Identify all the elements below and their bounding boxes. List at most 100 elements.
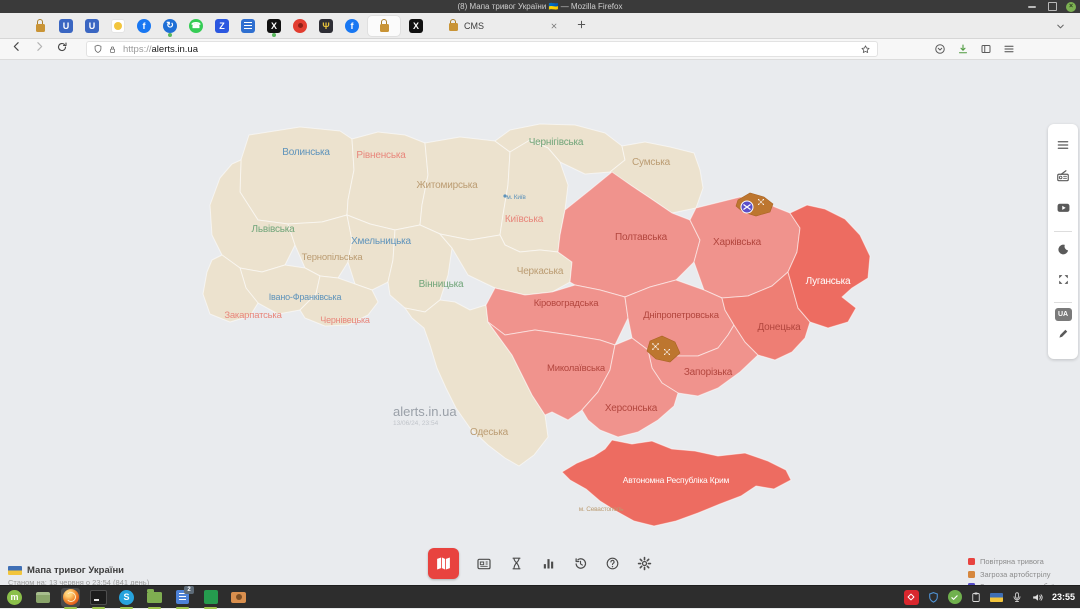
new-tab-button[interactable]: [574, 16, 589, 35]
tab-favicon-icon: U: [85, 19, 99, 33]
sidebar-icon[interactable]: [980, 43, 992, 55]
region-luhanska[interactable]: [788, 205, 870, 328]
tab-favicon-icon: Z: [215, 19, 229, 33]
settings-gear-button[interactable]: [637, 556, 652, 571]
dark-mode-moon-icon[interactable]: [1057, 243, 1070, 261]
taskbar-file-manager[interactable]: [145, 588, 164, 607]
duration-hourglass-button[interactable]: [509, 556, 524, 571]
tab-favicon-icon: ↻: [163, 19, 177, 33]
tab-overflow-chevron-icon[interactable]: [1055, 19, 1066, 37]
region-label-crimea: Автономна Республіка Крим: [623, 475, 730, 485]
pinned-tab[interactable]: [290, 16, 310, 36]
edit-pencil-icon[interactable]: [1057, 327, 1070, 345]
sync-tray-icon[interactable]: [904, 590, 919, 605]
history-button[interactable]: [573, 556, 588, 571]
clipboard-tray-icon[interactable]: [970, 591, 982, 603]
region-label-ivano_frankivska: Івано-Франківська: [269, 292, 342, 302]
news-button[interactable]: [476, 556, 492, 572]
url-protocol: https://: [123, 44, 152, 55]
legend-swatch: [968, 558, 975, 565]
pinned-tab[interactable]: [30, 16, 50, 36]
keyboard-layout-flag-icon[interactable]: [990, 593, 1003, 602]
taskbar-spreadsheet[interactable]: [201, 588, 220, 607]
statistics-button[interactable]: [541, 556, 556, 571]
mint-menu-button[interactable]: m: [5, 588, 24, 607]
back-button[interactable]: [10, 40, 23, 58]
minimize-button[interactable]: [1026, 1, 1038, 12]
tab-favicon-icon: U: [59, 19, 73, 33]
tracking-shield-icon[interactable]: [93, 44, 103, 54]
lock-favicon-icon: [446, 19, 458, 32]
show-desktop-button[interactable]: [33, 588, 52, 607]
taskbar-skype[interactable]: S: [117, 588, 136, 607]
clock[interactable]: 23:55: [1052, 592, 1075, 602]
legend-label: Повітряна тривога: [980, 557, 1044, 566]
pinned-tab[interactable]: ☎: [186, 16, 206, 36]
lock-icon: [108, 45, 117, 54]
volume-icon[interactable]: [1031, 591, 1044, 604]
region-label-kyiv_city: м. Київ: [506, 194, 526, 201]
taskbar: m S 2 23:55: [0, 585, 1080, 608]
tab-close-icon[interactable]: [550, 22, 558, 30]
pinned-tab[interactable]: U: [56, 16, 76, 36]
region-label-sevastopol_city: м. Севастополь: [579, 506, 624, 513]
bookmark-star-icon[interactable]: [860, 44, 871, 55]
reload-button[interactable]: [56, 40, 68, 58]
update-ok-icon[interactable]: [948, 590, 962, 604]
region-label-lvivska: Львівська: [251, 224, 295, 235]
region-volynska[interactable]: [240, 127, 354, 224]
firewall-shield-icon[interactable]: [927, 591, 940, 604]
pinned-tab[interactable]: f: [342, 16, 362, 36]
pinned-tab[interactable]: Ψ: [316, 16, 336, 36]
url-bar[interactable]: https://alerts.in.ua: [86, 41, 878, 57]
legend-row: Повітряна тривога: [968, 557, 1080, 566]
navigation-bar: https://alerts.in.ua: [0, 39, 1080, 60]
ukraine-alert-map[interactable]: ВолинськаРівненськаЖитомирськаЧернігівсь…: [0, 60, 1080, 585]
region-label-vinnytska: Вінницька: [419, 279, 464, 290]
legend-label: Загроза артобстрілу: [980, 570, 1050, 579]
fullscreen-icon[interactable]: [1057, 273, 1070, 291]
help-button[interactable]: [605, 556, 620, 571]
region-label-luhanska: Луганська: [806, 276, 851, 287]
side-toolbar: UA: [1048, 124, 1078, 359]
region-label-kirovohradska: Кіровоградська: [534, 298, 599, 309]
maximize-button[interactable]: [1046, 1, 1058, 12]
app-menu-icon[interactable]: [1003, 43, 1015, 55]
desktop: (8) Мапа тривог України 🇺🇦 — Mozilla Fir…: [0, 0, 1080, 608]
pinned-tab[interactable]: U: [82, 16, 102, 36]
downloads-icon[interactable]: [957, 43, 969, 55]
tab-strip: U U f ↻: [0, 13, 1080, 39]
radio-icon[interactable]: [1056, 169, 1070, 188]
legend-row: Загроза артобстрілу: [968, 570, 1080, 579]
close-button[interactable]: ×: [1066, 2, 1076, 12]
pinned-tab[interactable]: [368, 16, 400, 36]
taskbar-firefox[interactable]: [61, 588, 80, 607]
tab-cms[interactable]: CMS: [440, 15, 564, 37]
tab-favicon-icon: ☎: [189, 19, 203, 33]
pinned-tab[interactable]: Z: [212, 16, 232, 36]
url-host: alerts.in.ua: [152, 44, 198, 55]
unread-dot: [272, 33, 276, 37]
pinned-tab[interactable]: [108, 16, 128, 36]
pinned-tab[interactable]: f: [134, 16, 154, 36]
pinned-tab[interactable]: [238, 16, 258, 36]
region-label-zhytomyrska: Житомирська: [416, 180, 478, 191]
pinned-tab[interactable]: X: [264, 16, 284, 36]
tab-favicon-icon: f: [345, 19, 359, 33]
pocket-icon[interactable]: [934, 43, 946, 55]
youtube-icon[interactable]: [1056, 200, 1071, 220]
taskbar-documents[interactable]: 2: [173, 588, 192, 607]
region-label-cherkaska: Черкаська: [517, 266, 564, 277]
map-view-button[interactable]: [428, 548, 459, 579]
language-badge[interactable]: UA: [1055, 308, 1072, 321]
microphone-icon[interactable]: [1011, 591, 1023, 603]
region-label-kharkivska: Харківська: [713, 237, 762, 248]
pinned-tab[interactable]: ↻: [160, 16, 180, 36]
taskbar-screenshot[interactable]: [229, 588, 248, 607]
forward-button[interactable]: [33, 40, 46, 58]
window-title: (8) Мапа тривог України 🇺🇦 — Mozilla Fir…: [458, 2, 623, 11]
menu-icon[interactable]: [1056, 138, 1070, 157]
region-label-volynska: Волинська: [282, 147, 330, 158]
taskbar-terminal[interactable]: [89, 588, 108, 607]
pinned-tab[interactable]: X: [406, 16, 426, 36]
